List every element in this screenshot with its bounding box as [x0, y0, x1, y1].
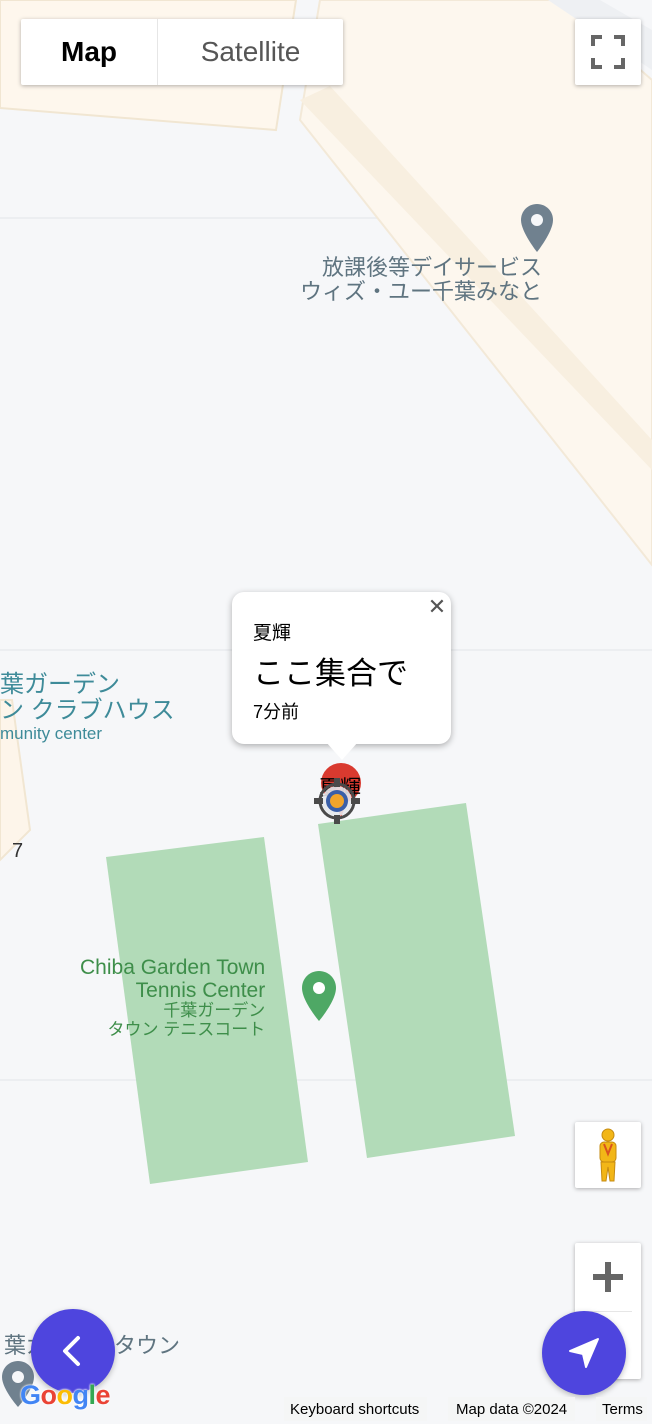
- zoom-in-button[interactable]: [575, 1244, 641, 1311]
- poi-label-line: Chiba Garden Town: [80, 956, 266, 979]
- poi-label-tennis-center[interactable]: Chiba Garden Town Tennis Center 千葉ガーデン タ…: [80, 956, 265, 1040]
- info-window: ✕ 夏輝 ここ集合で 7分前: [232, 592, 451, 760]
- chevron-left-icon: [63, 1336, 80, 1366]
- poi-label-line: 放課後等デイサービス: [322, 255, 543, 280]
- poi-label-line: ウィズ・ユー千葉みなと: [300, 279, 543, 305]
- map-type-satellite-button[interactable]: Satellite: [158, 19, 343, 85]
- pegman-icon: [599, 1128, 617, 1182]
- fullscreen-icon: [591, 35, 625, 69]
- logo-letter: o: [40, 1380, 58, 1410]
- poi-label-line: ン クラブハウス: [0, 697, 175, 725]
- map-data-attribution: Map data ©2024: [448, 1397, 576, 1421]
- poi-number: 7: [12, 840, 24, 862]
- logo-letter: o: [56, 1380, 74, 1410]
- logo-letter: g: [72, 1380, 90, 1410]
- close-icon[interactable]: ✕: [424, 594, 450, 620]
- crosshair-location-icon: [314, 778, 360, 824]
- terms-link[interactable]: Terms: [596, 1397, 647, 1421]
- logo-letter: e: [95, 1380, 111, 1410]
- navigate-button[interactable]: [542, 1311, 626, 1395]
- google-logo[interactable]: Google: [20, 1380, 111, 1411]
- map-canvas[interactable]: 放課後等デイサービス ウィズ・ユー千葉みなと 葉ガーデン ン クラブハウス mu…: [0, 0, 652, 1424]
- info-window-tail: [326, 742, 358, 760]
- poi-label-line: 葉ガーデン: [0, 671, 120, 698]
- poi-label-line: munity center: [0, 723, 103, 743]
- poi-label-day-service[interactable]: 放課後等デイサービス ウィズ・ユー千葉みなと: [300, 255, 543, 305]
- map-type-control: Map Satellite: [21, 19, 343, 85]
- logo-letter: G: [20, 1380, 41, 1410]
- street-view-button[interactable]: [575, 1122, 641, 1188]
- map-type-map-button[interactable]: Map: [21, 19, 158, 85]
- logo-letter: l: [88, 1380, 97, 1410]
- poi-label-clubhouse[interactable]: 葉ガーデン ン クラブハウス munity center: [0, 671, 175, 743]
- poi-label-line: タウン テニスコート: [107, 1019, 266, 1039]
- navigation-arrow-icon: [569, 1338, 599, 1368]
- info-window-time: 7分前: [253, 702, 300, 722]
- fullscreen-button[interactable]: [575, 19, 641, 85]
- poi-label-line: 千葉ガーデン: [163, 1001, 266, 1021]
- keyboard-shortcuts-link[interactable]: Keyboard shortcuts: [284, 1397, 428, 1421]
- poi-label-line: Tennis Center: [135, 979, 266, 1003]
- plus-icon: [593, 1262, 623, 1292]
- info-window-sender: 夏輝: [253, 623, 292, 644]
- info-window-message: ここ集合で: [253, 656, 408, 691]
